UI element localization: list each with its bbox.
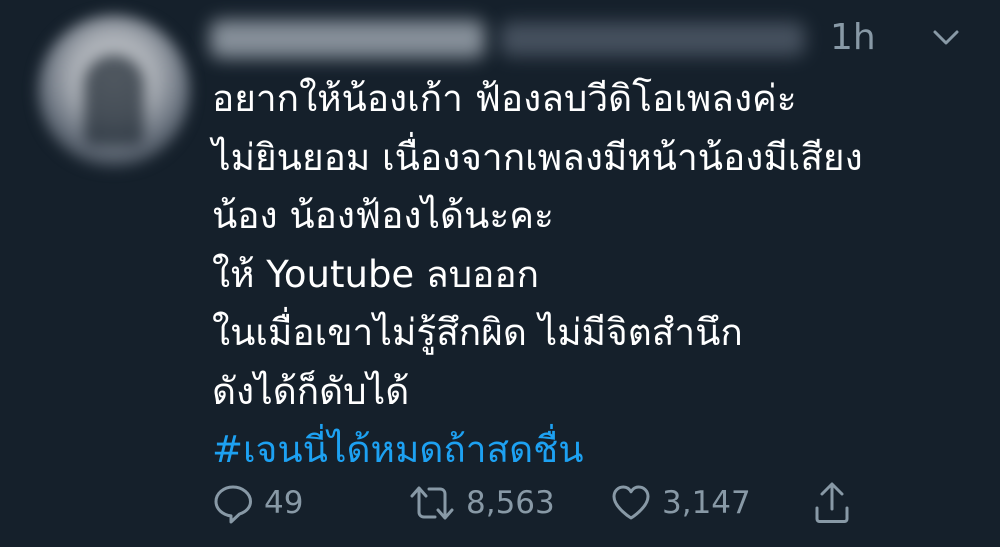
reply-icon [214,485,252,524]
display-name-blurred[interactable] [210,20,485,58]
tweet-text-line: อยากให้น้องเก้า ฟ้องลบวีดิโอเพลงค่ะ [212,77,797,120]
tweet-card[interactable]: 1h อยากให้น้องเก้า ฟ้องลบวีดิโอเพลงค่ะ ไ… [0,0,1000,547]
tweet-actions-bar: 49 8,563 3,147 [212,478,972,528]
like-count: 3,147 [662,485,751,521]
share-button[interactable] [812,478,852,528]
like-button[interactable]: 3,147 [610,478,751,528]
retweet-count: 8,563 [466,485,555,521]
reply-count: 49 [264,485,304,521]
avatar[interactable] [38,15,190,167]
hashtag-link[interactable]: #เจนนี่ได้หมดถ้าสดชื่น [212,421,992,480]
retweet-button[interactable]: 8,563 [408,478,555,528]
share-icon [815,482,849,523]
username-handle-blurred[interactable] [500,22,805,56]
tweet-text-line: ดังได้ก็ดับได้ [212,369,410,413]
more-options-button[interactable] [930,24,962,52]
tweet-body: อยากให้น้องเก้า ฟ้องลบวีดิโอเพลงค่ะ ไม่ย… [212,70,992,480]
tweet-text-line: ในเมื่อเขาไม่รู้สึกผิด ไม่มีจิตสำนึก [212,311,743,354]
reply-button[interactable]: 49 [212,478,303,528]
tweet-text-line: ให้ Youtube ลบออก [212,252,539,296]
heart-icon [612,485,650,520]
tweet-text-line: ไม่ยินยอม เนื่องจากเพลงมีหน้าน้องมีเสียง [212,135,863,179]
tweet-text-line: น้อง น้องฟ้องได้นะคะ [212,194,554,237]
avatar-figure [84,55,144,145]
tweet-timestamp[interactable]: 1h [830,16,876,60]
chevron-down-icon [933,30,959,45]
retweet-icon [410,486,454,520]
